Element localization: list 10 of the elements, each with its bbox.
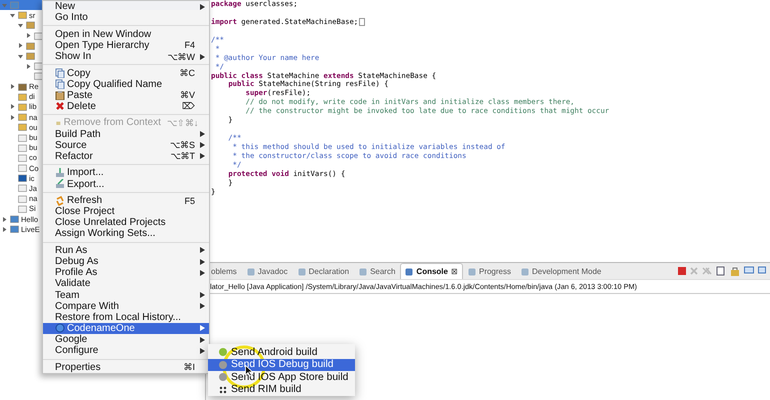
shortcut-label: ⌘C [180,68,195,78]
shortcut-label: F5 [184,196,195,206]
shortcut-label: F4 [184,40,195,50]
shortcut-label: ⌥⌘W [168,52,195,62]
shortcut-label: ⌥⌘T [170,151,195,162]
shortcut-label: ⌥⇧⌘↓ [166,118,198,128]
shortcut-label: ⌦ [182,101,195,112]
shortcut-label: ⌘V [180,90,195,100]
shortcut-label: ⌥⌘S [170,140,195,150]
shortcut-label: ⌘I [183,362,195,372]
